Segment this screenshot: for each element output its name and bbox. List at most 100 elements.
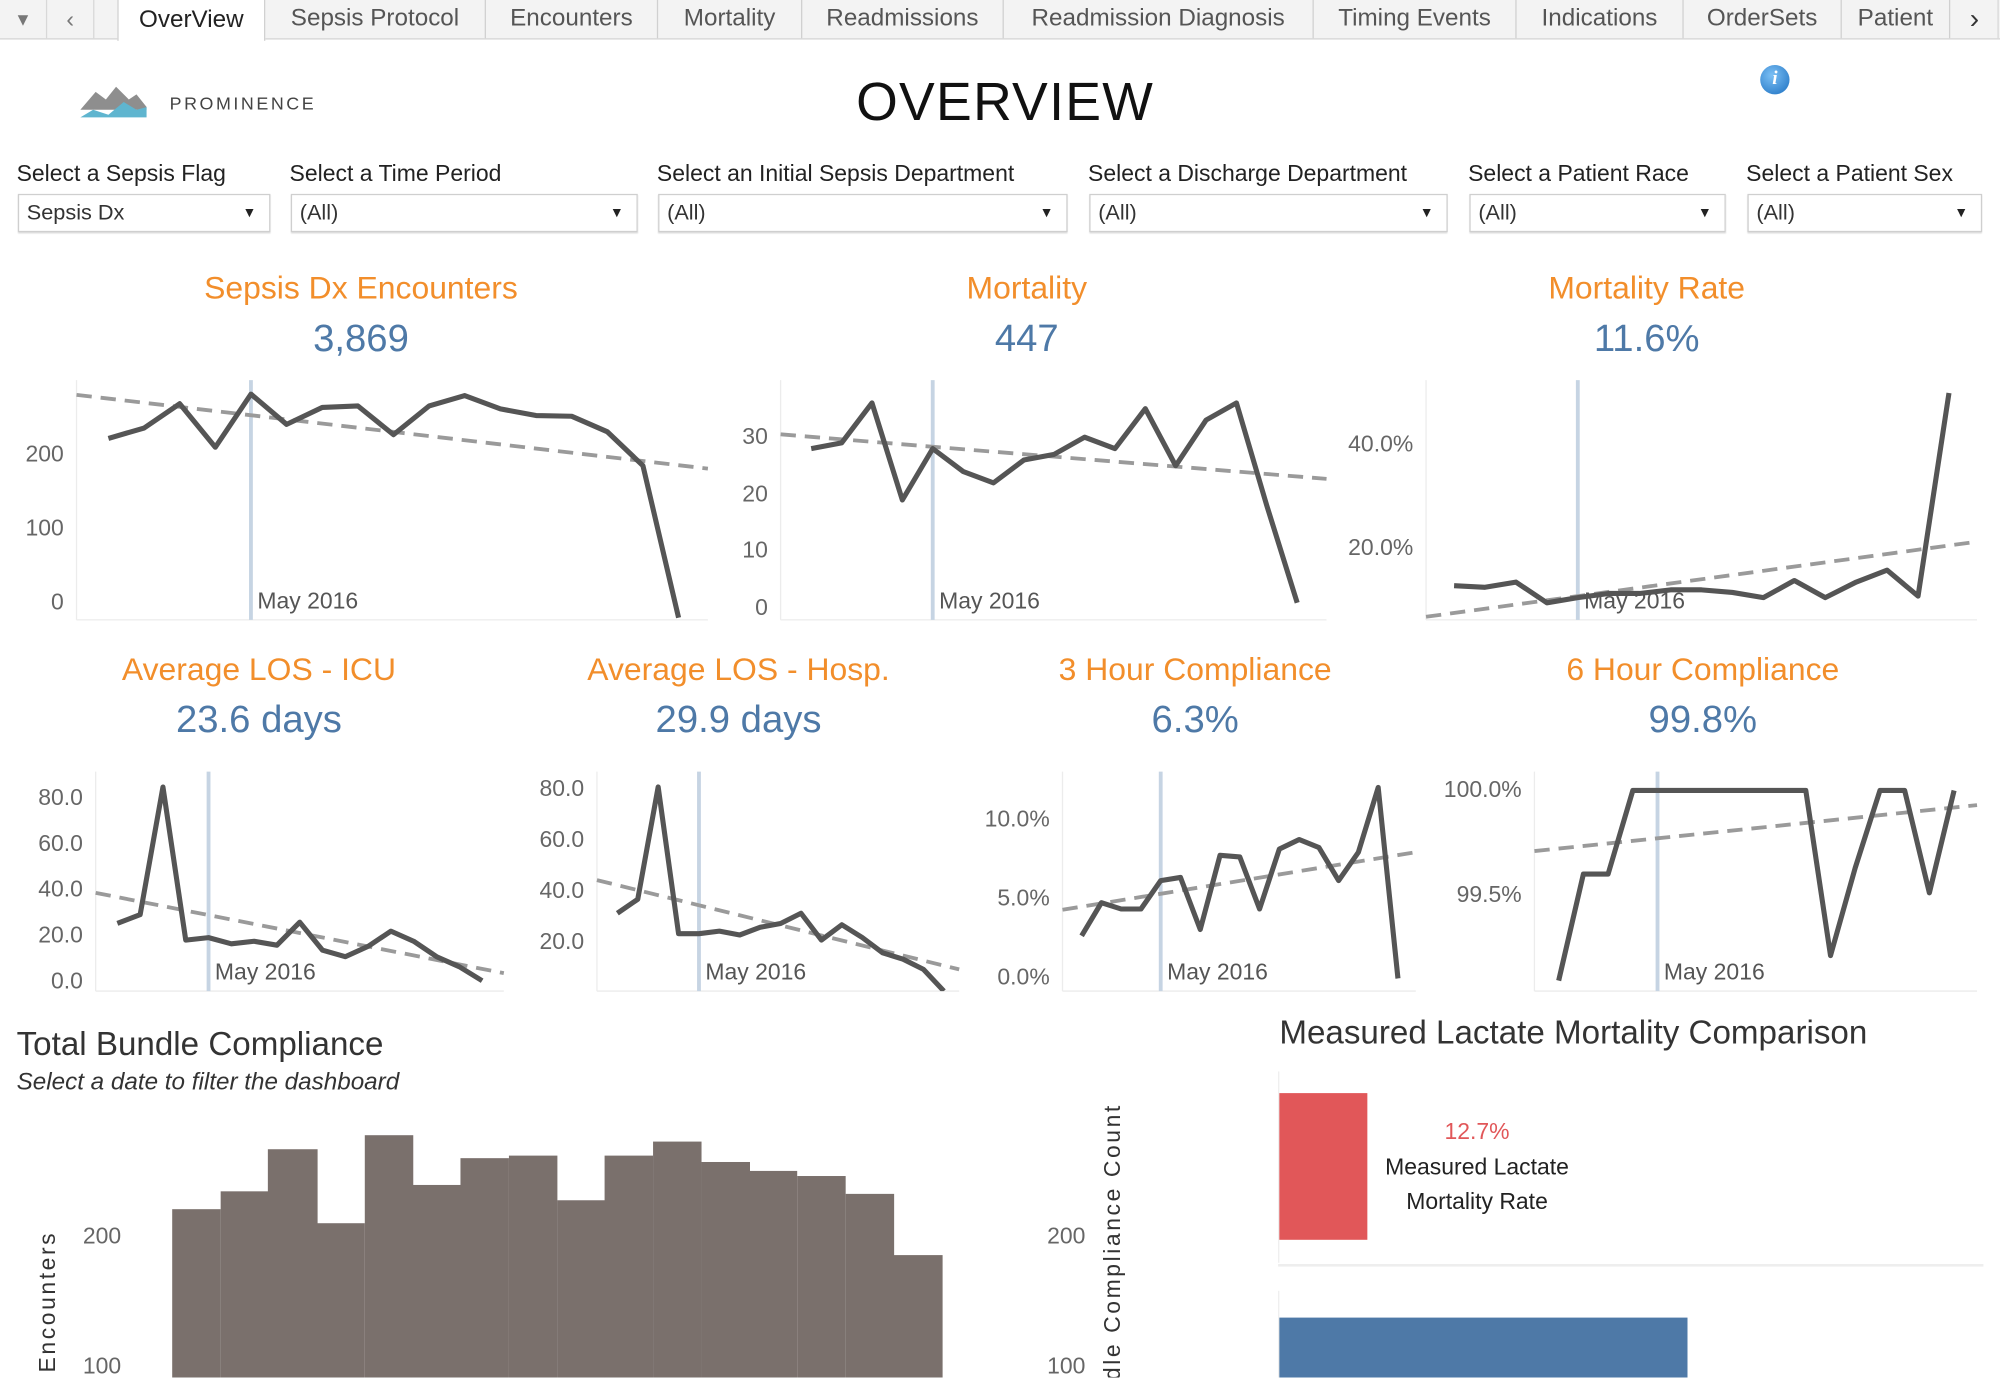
encounter-bar[interactable] — [749, 1170, 798, 1378]
tab-ordersets[interactable]: OrderSets — [1684, 0, 1842, 39]
tab-indications[interactable]: Indications — [1517, 0, 1684, 39]
y-tick-label: 0.0 — [50, 968, 83, 994]
encounter-bar[interactable] — [652, 1140, 702, 1378]
encounter-bar[interactable] — [508, 1155, 558, 1378]
series-line — [116, 784, 484, 983]
encounter-bar[interactable] — [797, 1176, 846, 1378]
y-tick-label: 10 — [742, 537, 768, 563]
tab-readmissions[interactable]: Readmissions — [802, 0, 1004, 39]
lactate-label-line-1: Measured Lactate — [1385, 1154, 1569, 1180]
y-tick-label: 200 — [82, 1223, 122, 1249]
y-tick-label: 100 — [25, 515, 64, 541]
y-axis-title: Encounters — [34, 1230, 60, 1373]
reference-label: May 2016 — [1663, 959, 1765, 985]
select-a-time-period-label: Select a Time Period — [289, 160, 502, 187]
chevron-right-icon[interactable]: › — [1952, 0, 1999, 39]
y-tick-label: 99.5% — [1456, 880, 1522, 907]
y-tick-label: 40.0 — [38, 876, 83, 902]
select-a-sepsis-flag-label: Select a Sepsis Flag — [16, 160, 226, 187]
caret-down-icon: ▼ — [1039, 205, 1054, 221]
kpi-value-average-los-icu: 23.6 days — [175, 698, 342, 742]
select-a-patient-race-dropdown[interactable]: (All) ▼ — [1469, 193, 1726, 233]
lactate-bar-label: Measured Lactate Mortality Rate — [1367, 1151, 1586, 1220]
select-a-discharge-department-value: (All) — [1098, 200, 1137, 225]
tab-patient[interactable]: Patient — [1842, 0, 1951, 39]
caret-down-icon[interactable]: ▼ — [0, 0, 48, 39]
tab-timing-events[interactable]: Timing Events — [1314, 0, 1517, 39]
kpi-title-6-hour-compliance: 6 Hour Compliance — [1566, 651, 1840, 688]
series-line — [1079, 784, 1401, 979]
y-tick-label: 20.0% — [1348, 534, 1414, 560]
caret-down-icon: ▼ — [242, 205, 257, 221]
y-tick-label: 20 — [742, 480, 768, 506]
encounter-bar[interactable] — [412, 1185, 462, 1378]
y-tick-label: 0 — [51, 588, 64, 615]
select-a-patient-race-value: (All) — [1478, 200, 1517, 225]
select-a-sepsis-flag-dropdown[interactable]: Sepsis Dx ▼ — [17, 193, 271, 233]
kpi-value-mortality-rate: 11.6% — [1593, 317, 1700, 360]
caret-down-icon: ▼ — [1419, 205, 1434, 221]
kpi-title-average-los-hosp-: Average LOS - Hosp. — [587, 651, 890, 688]
tab-encounters[interactable]: Encounters — [486, 0, 659, 39]
trend-line — [1534, 803, 1978, 853]
tab-bar: ▼ ‹ OverView Sepsis Protocol Encounters … — [0, 0, 2000, 41]
kpi-title-mortality: Mortality — [966, 270, 1088, 307]
encounter-bar[interactable] — [700, 1161, 750, 1378]
trend-line — [596, 878, 960, 972]
select-an-initial-sepsis-department-dropdown[interactable]: (All) ▼ — [658, 193, 1068, 233]
select-a-patient-race-label: Select a Patient Race — [1468, 160, 1689, 187]
lactate-divider — [1278, 1264, 1984, 1267]
y-tick-label: 0.0% — [997, 964, 1050, 990]
reference-label: May 2016 — [214, 959, 316, 985]
trend-line — [780, 432, 1327, 481]
y-tick-label: 60.0 — [539, 826, 585, 853]
y-tick-label: 0 — [755, 594, 768, 620]
y-tick-label: 20.0 — [539, 928, 585, 955]
trend-line — [76, 392, 709, 471]
encounter-bar[interactable] — [268, 1148, 318, 1378]
caret-down-icon: ▼ — [1697, 205, 1712, 221]
select-a-discharge-department-dropdown[interactable]: (All) ▼ — [1089, 193, 1448, 233]
lactate-comparison-bar[interactable] — [1279, 1317, 1688, 1378]
series-line — [107, 391, 682, 619]
kpi-title-sepsis-dx-encounters: Sepsis Dx Encounters — [204, 270, 518, 307]
kpi-title-3-hour-compliance: 3 Hour Compliance — [1058, 651, 1332, 688]
encounter-bar[interactable] — [364, 1135, 414, 1378]
kpi-value-mortality: 447 — [994, 317, 1059, 360]
encounter-bar[interactable] — [316, 1222, 366, 1378]
y-tick-label: 10.0% — [984, 806, 1050, 833]
encounter-bar[interactable] — [172, 1208, 221, 1378]
tab-overview[interactable]: OverView — [117, 0, 266, 41]
select-a-time-period-value: (All) — [299, 200, 339, 225]
lactate-measured-bar[interactable] — [1279, 1093, 1368, 1240]
chevron-left-icon[interactable]: ‹ — [47, 0, 95, 39]
caret-down-icon: ▼ — [1954, 205, 1969, 221]
y2-tick-label: 100 — [1047, 1353, 1086, 1378]
kpi-title-mortality-rate: Mortality Rate — [1548, 270, 1746, 307]
info-icon[interactable]: i — [1760, 65, 1790, 95]
encounter-bar[interactable] — [893, 1255, 942, 1378]
select-a-patient-sex-value: (All) — [1756, 200, 1795, 225]
encounter-bar[interactable] — [220, 1191, 269, 1378]
encounter-bar[interactable] — [460, 1157, 510, 1378]
y2-tick-label: 200 — [1047, 1223, 1086, 1249]
series-line — [1453, 392, 1952, 606]
trend-line — [1425, 539, 1978, 619]
y-tick-label: 40.0 — [539, 877, 585, 904]
tab-readmission-diagnosis[interactable]: Readmission Diagnosis — [1004, 0, 1314, 39]
select-an-initial-sepsis-department-value: (All) — [667, 200, 706, 225]
select-a-sepsis-flag-value: Sepsis Dx — [26, 200, 125, 225]
y-tick-label: 60.0 — [38, 830, 83, 856]
kpi-value-sepsis-dx-encounters: 3,869 — [313, 317, 409, 360]
encounter-bar[interactable] — [845, 1194, 894, 1378]
y-tick-label: 80.0 — [38, 784, 83, 811]
lactate-label-line-2: Mortality Rate — [1406, 1188, 1548, 1215]
tab-mortality[interactable]: Mortality — [658, 0, 803, 39]
tab-sepsis-protocol[interactable]: Sepsis Protocol — [265, 0, 486, 39]
encounter-bar[interactable] — [604, 1155, 654, 1378]
select-a-time-period-dropdown[interactable]: (All) ▼ — [290, 193, 638, 233]
reference-label: May 2016 — [257, 588, 359, 614]
reference-label: May 2016 — [1584, 588, 1686, 614]
encounter-bar[interactable] — [556, 1200, 606, 1378]
select-a-patient-sex-dropdown[interactable]: (All) ▼ — [1747, 193, 1983, 233]
